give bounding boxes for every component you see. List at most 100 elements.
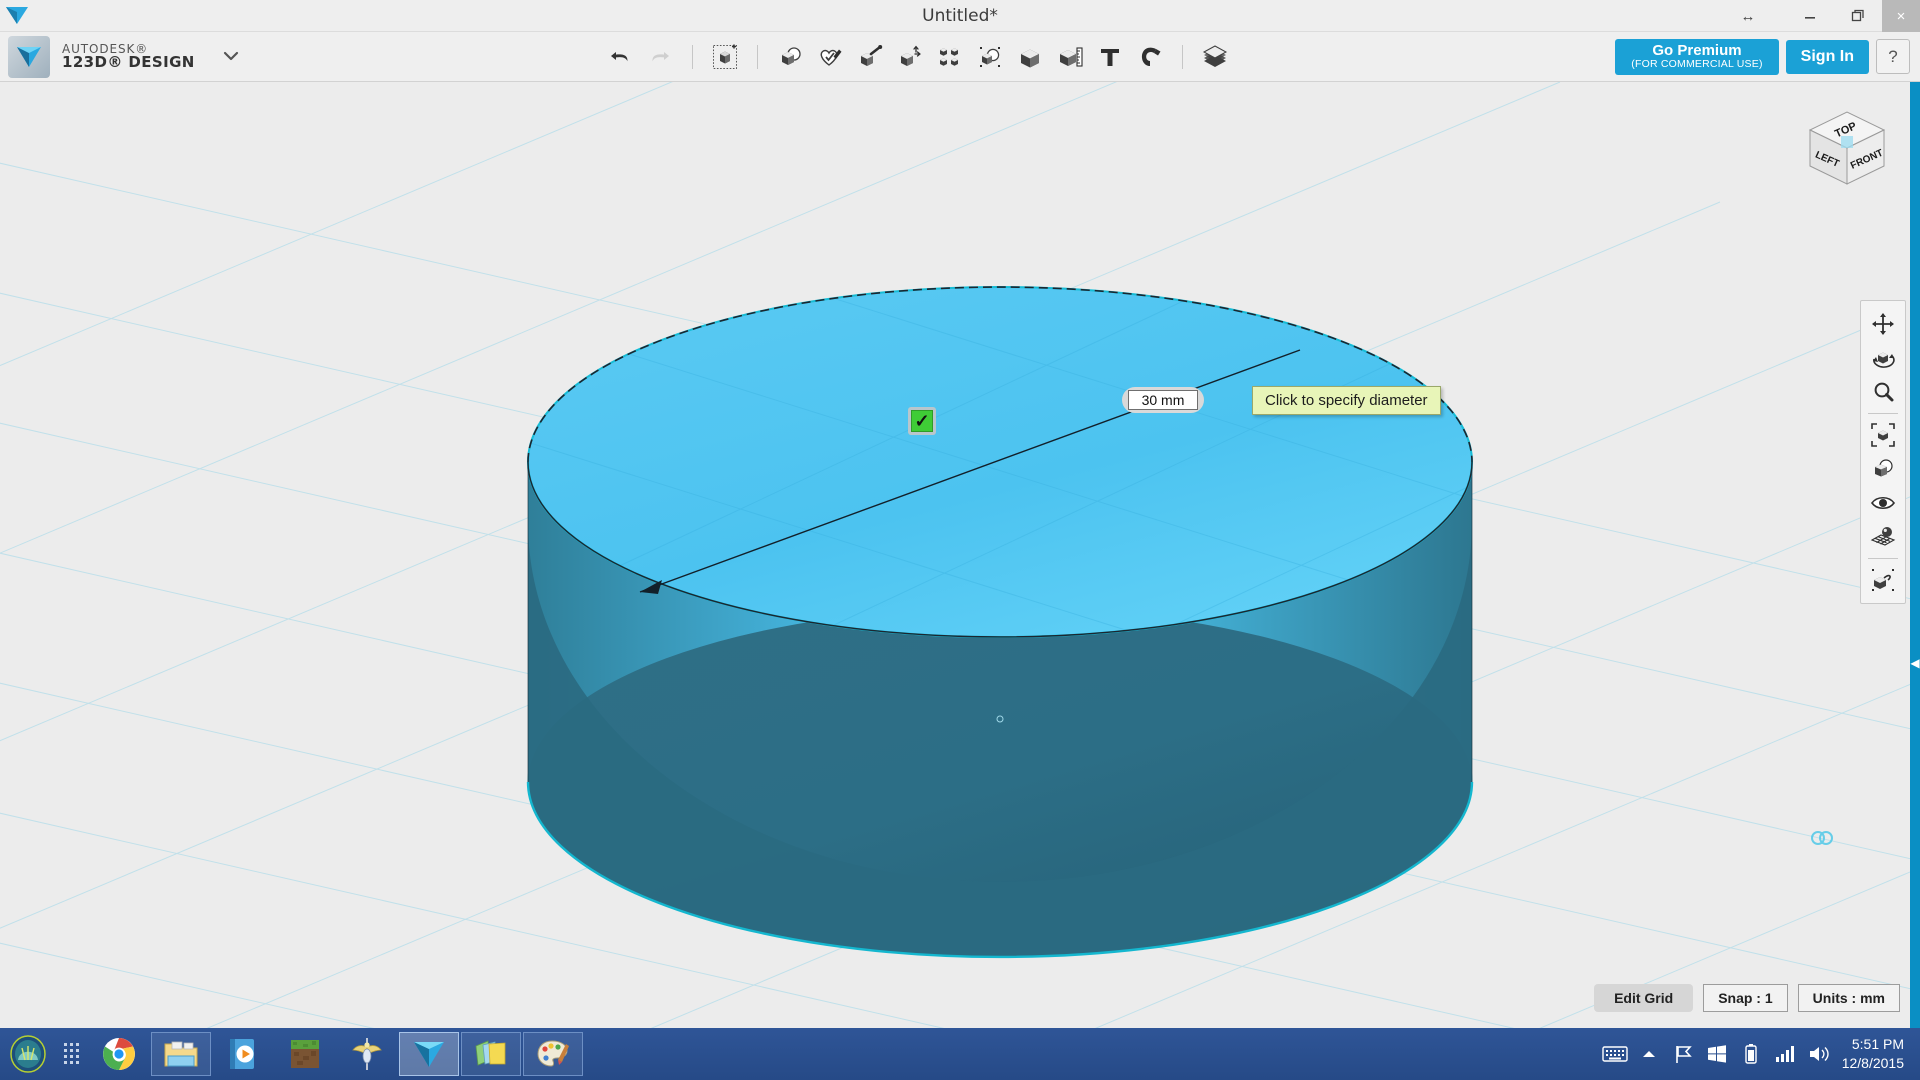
undo-button[interactable] [600,37,640,77]
taskbar-clock[interactable]: 5:51 PM 12/8/2015 [1836,1035,1920,1073]
cube-circle-nodes-icon [980,47,1000,67]
undo-arrow-icon [611,52,628,62]
window-close-button[interactable]: × [1882,0,1920,32]
snap-button[interactable] [1130,37,1170,77]
grouping-button[interactable] [970,37,1010,77]
windows-taskbar: 5:51 PM 12/8/2015 [0,1028,1920,1080]
measure-rail-button[interactable] [1864,563,1902,597]
start-button[interactable] [0,1028,56,1080]
combine-button[interactable] [1010,37,1050,77]
orbit-button[interactable] [1864,341,1902,375]
fit-view-button[interactable] [1864,418,1902,452]
diameter-input[interactable] [1128,390,1198,410]
show-hidden-icons-button[interactable] [1632,1028,1666,1080]
grid-sphere-icon [1870,527,1896,546]
window-minimize-button[interactable] [1786,0,1834,32]
visibility-button[interactable] [1864,486,1902,520]
viewport-grid [0,82,1920,1028]
stacked-layers-icon [1202,45,1228,67]
panel-expand-arrow-icon[interactable]: ◀ [1910,652,1920,674]
tool-button-group [600,32,1235,82]
account-actions: Go Premium (FOR COMMERCIAL USE) Sign In … [1615,39,1910,75]
confirm-button[interactable]: ✓ [908,407,936,435]
diameter-tooltip: Click to specify diameter [1252,386,1441,415]
snap-field[interactable]: Snap : 1 [1703,984,1788,1012]
signal-bars-icon[interactable] [1768,1028,1802,1080]
magnifier-icon [1874,382,1894,402]
3d-viewport[interactable]: TOP LEFT FRONT 30 mm Click to specify di… [0,82,1920,1028]
touch-keyboard-icon[interactable] [1598,1028,1632,1080]
measure-button[interactable] [1050,37,1090,77]
go-premium-subtitle: (FOR COMMERCIAL USE) [1631,57,1763,70]
heart-pencil-icon [820,49,842,66]
redo-button[interactable] [640,37,680,77]
rail-divider [1868,558,1898,559]
chrome-icon [103,1038,135,1070]
minecraft-grass-block-icon [291,1040,319,1068]
toolbar-divider [1182,45,1183,69]
windows-logo-icon[interactable] [1700,1028,1734,1080]
materials-button[interactable] [1195,37,1235,77]
autodesk-123d-logo-icon [8,36,50,78]
toolbar-divider [757,45,758,69]
cube-move-icon [901,45,921,66]
cube-sphere-shade-icon [1875,459,1893,477]
edit-grid-button[interactable]: Edit Grid [1594,984,1694,1012]
text-button[interactable] [1090,37,1130,77]
zoom-button[interactable] [1864,375,1902,409]
flag-icon[interactable] [1666,1028,1700,1080]
taskbar-item-123d-design[interactable] [399,1032,459,1076]
units-field[interactable]: Units : mm [1797,984,1900,1012]
grid-snap-button[interactable] [1864,520,1902,554]
sticky-notes-icon [475,1040,506,1066]
go-premium-button[interactable]: Go Premium (FOR COMMERCIAL USE) [1615,39,1779,75]
four-cubes-icon [940,48,958,66]
modify-button[interactable] [890,37,930,77]
speaker-icon[interactable] [1802,1028,1836,1080]
task-view-dots-icon[interactable] [56,1028,88,1080]
taskbar-item-chrome[interactable] [89,1032,149,1076]
fit-cube-brackets-icon [1871,423,1895,447]
brand-line-2: 123D® DESIGN [62,53,195,72]
taskbar-item-game-launcher[interactable] [337,1032,397,1076]
brand-block[interactable]: AUTODESK® 123D® DESIGN [8,36,241,78]
application-toolbar: AUTODESK® 123D® DESIGN Go Premium (FOR C… [0,32,1920,82]
taskbar-item-minecraft[interactable] [275,1032,335,1076]
media-player-icon [230,1039,254,1069]
paint-palette-icon [537,1040,569,1067]
pan-button[interactable] [1864,307,1902,341]
minimize-icon [1805,17,1815,19]
taskbar-item-paint[interactable] [523,1032,583,1076]
sign-in-button[interactable]: Sign In [1785,39,1869,74]
clock-date: 12/8/2015 [1841,1055,1904,1071]
taskbar-item-media-player[interactable] [213,1032,273,1076]
view-cube[interactable]: TOP LEFT FRONT [1792,96,1902,196]
transform-button[interactable] [705,37,745,77]
taskbar-item-file-explorer[interactable] [151,1032,211,1076]
cube-plus-selected-icon [713,44,737,69]
cube-ruler-icon [1060,47,1083,67]
right-panel-edge[interactable]: ◀ [1910,82,1920,1028]
cube-solid-icon [1021,49,1039,68]
help-button[interactable]: ? [1876,39,1910,75]
restore-icon [1851,9,1864,22]
view-cube-icon: TOP LEFT FRONT [1808,111,1886,185]
folder-icon [164,1041,198,1067]
magnet-icon [1141,47,1161,66]
view-tool-rail [1860,300,1906,604]
pattern-button[interactable] [930,37,970,77]
window-resize-button[interactable]: ↔ [1724,0,1772,32]
window-maximize-button[interactable] [1834,0,1882,32]
view-style-button[interactable] [1864,452,1902,486]
chevron-down-icon[interactable] [221,49,241,66]
sketch-button[interactable] [810,37,850,77]
window-title-bar: Untitled* ↔ × [0,0,1920,32]
primitives-button[interactable] [770,37,810,77]
construct-button[interactable] [850,37,890,77]
dimension-input-wrapper[interactable] [1122,387,1204,413]
go-premium-title: Go Premium [1652,42,1742,59]
redo-arrow-icon [652,52,669,62]
taskbar-item-sticky-notes[interactable] [461,1032,521,1076]
battery-icon[interactable] [1734,1028,1768,1080]
cube-measure-icon [1872,569,1894,591]
